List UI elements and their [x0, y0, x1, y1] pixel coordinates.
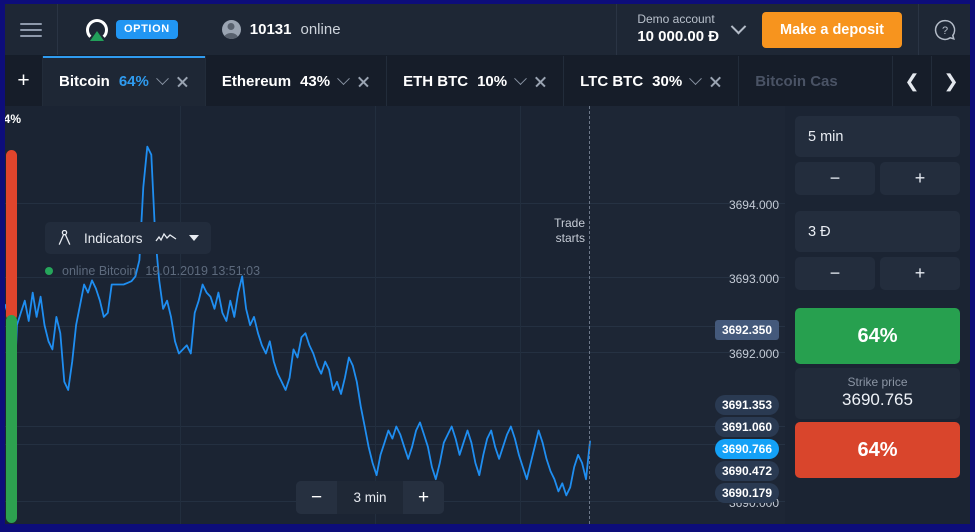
chart-legend: online Bitcoin 19.01.2019 13:51:03	[45, 264, 260, 278]
amount-field[interactable]: 3 Đ	[795, 211, 960, 252]
online-status-dot-icon	[45, 267, 53, 275]
top-bar: OPTION 10131 online Demo account 10 000.…	[5, 4, 970, 56]
legend-datetime: 19.01.2019 13:51:03	[145, 264, 261, 278]
timeframe-value: 3 min	[337, 481, 403, 514]
indicators-label: Indicators	[84, 230, 143, 246]
instrument-tabs: + Bitcoin 64% Ethereum 43% ETH BTC 10% L…	[5, 56, 970, 106]
hamburger-icon	[20, 19, 42, 41]
menu-button[interactable]	[5, 4, 58, 55]
close-icon[interactable]	[357, 75, 370, 88]
help-button[interactable]: ?	[918, 4, 970, 55]
close-icon[interactable]	[176, 75, 189, 88]
current-price-pill: 3690.766	[714, 439, 779, 459]
caret-down-icon[interactable]	[188, 235, 199, 241]
user-avatar-icon	[221, 20, 241, 39]
trading-app-window: OPTION 10131 online Demo account 10 000.…	[0, 0, 975, 532]
tab-payout: 43%	[300, 72, 331, 90]
call-button[interactable]: 64%	[795, 308, 960, 364]
compass-icon	[58, 230, 71, 245]
amount-increase-button[interactable]: +	[880, 257, 960, 290]
option-badge: OPTION	[116, 20, 178, 39]
put-button[interactable]: 64%	[795, 422, 960, 478]
price-level-pill: 3690.472	[714, 461, 779, 481]
tab-ethereum[interactable]: Ethereum 43%	[204, 56, 386, 106]
expiration-field[interactable]: 5 min	[795, 116, 960, 157]
chevron-down-icon[interactable]	[514, 71, 527, 85]
put-bar-indicator	[6, 150, 17, 321]
tab-payout: 10%	[477, 72, 508, 90]
tab-payout: 30%	[652, 72, 683, 90]
tab-bitcoin-cash[interactable]: Bitcoin Cas	[738, 56, 854, 106]
brand-logo-icon	[86, 18, 108, 41]
account-balance: 10 000.00 Đ	[637, 28, 720, 46]
tab-label: Bitcoin	[59, 72, 110, 90]
chevron-down-icon[interactable]	[156, 71, 169, 85]
trade-panel: 5 min − + 3 Đ − + 64% Strike price 3690.…	[785, 106, 970, 524]
amount-decrease-button[interactable]: −	[795, 257, 875, 290]
online-count: 10131	[249, 21, 292, 38]
axis-tick-label: 3694.000	[728, 198, 779, 212]
chevron-down-icon[interactable]	[689, 71, 703, 85]
strike-price-box: Strike price 3690.765	[795, 368, 960, 419]
tabs-scroll-controls: ❮ ❯	[892, 56, 970, 106]
account-type-label: Demo account	[637, 12, 715, 27]
price-level-pill: 3690.179	[714, 483, 779, 503]
make-deposit-button[interactable]: Make a deposit	[762, 11, 902, 48]
expiration-increase-button[interactable]: +	[880, 162, 960, 195]
trade-starts-label: Trade starts	[554, 216, 585, 245]
price-level-pill: 3691.060	[714, 417, 779, 437]
chevron-left-icon[interactable]: ❮	[892, 56, 931, 106]
online-users: 10131 online	[178, 4, 341, 55]
axis-tick-label: 3693.000	[728, 272, 779, 286]
timeframe-control: − 3 min +	[296, 481, 444, 514]
tab-ltc-btc[interactable]: LTC BTC 30%	[563, 56, 738, 106]
tab-label: Ethereum	[221, 72, 292, 90]
legend-status: online Bitcoin	[62, 264, 137, 278]
timeframe-increase-button[interactable]: +	[403, 481, 444, 514]
expiration-stepper: − +	[795, 162, 960, 195]
axis-tick-label: 3692.000	[728, 347, 779, 361]
call-bar-indicator	[6, 315, 17, 523]
tab-payout: 64%	[118, 72, 149, 90]
tab-label: ETH BTC	[403, 72, 469, 90]
chevron-down-icon[interactable]	[337, 71, 350, 85]
chevron-right-icon[interactable]: ❯	[931, 56, 970, 106]
close-icon[interactable]	[534, 75, 547, 88]
deposit-container: Make a deposit	[760, 4, 918, 55]
amount-stepper: − +	[795, 257, 960, 290]
trade-start-line	[589, 106, 590, 524]
timeframe-decrease-button[interactable]: −	[296, 481, 337, 514]
payout-percent-truncated: 4%	[3, 112, 21, 126]
svg-text:?: ?	[941, 25, 947, 37]
top-bar-right: Demo account 10 000.00 Đ Make a deposit …	[616, 4, 970, 55]
tab-bitcoin[interactable]: Bitcoin 64%	[42, 56, 205, 106]
online-label: online	[300, 21, 341, 38]
price-level-pill: 3691.353	[714, 395, 779, 415]
chevron-down-icon	[730, 18, 747, 35]
help-question-icon: ?	[934, 19, 955, 40]
tab-label: LTC BTC	[580, 72, 644, 90]
strike-price-label: Strike price	[847, 375, 908, 389]
price-line-series	[5, 145, 591, 497]
indicators-button[interactable]: Indicators	[45, 222, 211, 254]
close-icon[interactable]	[709, 75, 722, 88]
price-chart[interactable]: Trade starts Indicators online Bitcoin 1…	[5, 106, 785, 524]
add-tab-button[interactable]: +	[5, 56, 42, 106]
strike-price-value: 3690.765	[842, 390, 913, 409]
strike-price-pill: 3692.350	[714, 320, 779, 340]
line-chart-icon[interactable]	[155, 232, 177, 244]
expiration-decrease-button[interactable]: −	[795, 162, 875, 195]
brand-logo[interactable]: OPTION	[58, 4, 178, 55]
tab-label: Bitcoin Cas	[755, 72, 838, 90]
tab-eth-btc[interactable]: ETH BTC 10%	[386, 56, 563, 106]
payout-side-panel: 4%	[3, 106, 21, 524]
account-selector[interactable]: Demo account 10 000.00 Đ	[616, 4, 760, 55]
